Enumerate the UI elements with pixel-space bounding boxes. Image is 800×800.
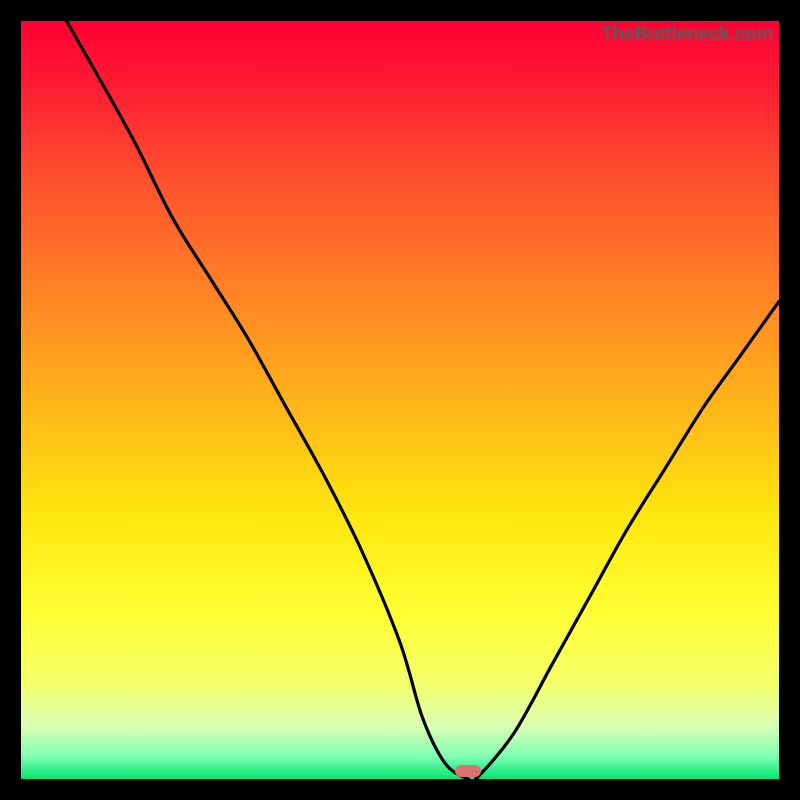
chart-frame: TheBottleneck.com bbox=[0, 0, 800, 800]
bottleneck-curve-path bbox=[66, 21, 779, 783]
curve-layer bbox=[21, 21, 779, 779]
plot-area: TheBottleneck.com bbox=[21, 21, 779, 779]
optimum-marker bbox=[455, 765, 481, 777]
watermark-text: TheBottleneck.com bbox=[601, 24, 773, 46]
